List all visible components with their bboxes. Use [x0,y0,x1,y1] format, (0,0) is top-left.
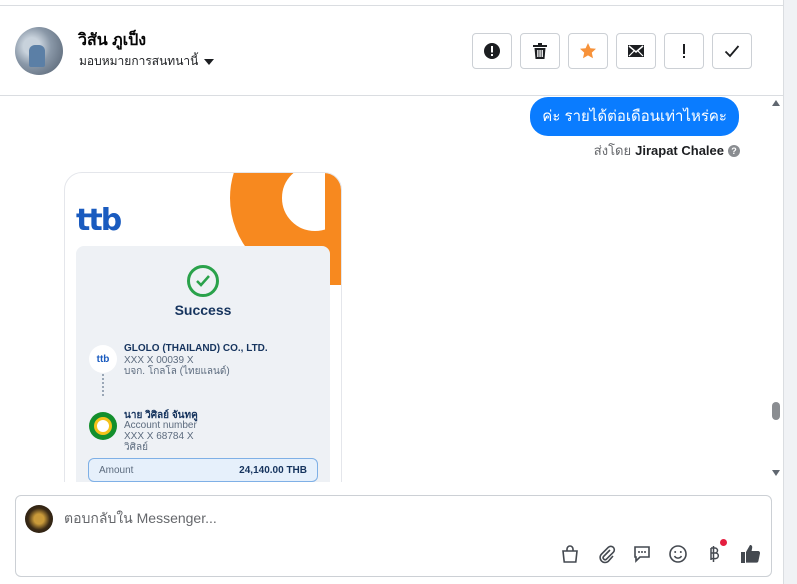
window-edge [783,0,797,584]
emoji-icon[interactable] [667,543,689,565]
exclamation-icon [683,44,685,58]
sent-by-prefix: ส่งโดย [593,143,632,158]
question-icon[interactable]: ? [728,144,740,157]
incoming-image-transfer-slip[interactable]: ttb Success ttb GLOLO (THAILAND) CO., LT… [64,172,342,482]
slip-status: Success [174,302,232,318]
trash-icon [533,43,547,59]
sent-by-line: ส่งโดย Jirapat Chalee ? [594,140,740,161]
slip-card: Success ttb GLOLO (THAILAND) CO., LTD. X… [76,246,330,482]
ttb-logo: ttb [76,203,123,238]
sender-name-th: บจก. โกลโล (ไทยแลนด์) [124,366,230,377]
mark-done-button[interactable] [712,33,752,69]
paperclip-icon[interactable] [595,543,617,565]
transfer-connector [102,374,104,396]
sender-agent-name: Jirapat Chalee [635,143,724,158]
contact-name[interactable]: วิสัน ภูเป็ง [78,28,146,53]
assign-conversation-dropdown[interactable]: มอบหมายการสนทนานี้ [79,52,215,71]
amount-label: Amount [99,464,134,476]
sender-name: GLOLO (THAILAND) CO., LTD. [124,343,268,354]
delete-button[interactable] [520,33,560,69]
receiver-short-name: วิศิลย์ [124,442,148,453]
kbank-icon [89,412,117,440]
star-button[interactable] [568,33,608,69]
ttb-logo-part2: b [100,203,123,238]
header-actions [472,33,752,69]
alert-circle-icon [484,43,500,59]
scroll-up-arrow-icon[interactable] [772,100,780,106]
caret-down-icon [204,59,215,65]
amount-row: Amount 24,140.00 THB [88,458,318,482]
outgoing-message-bubble[interactable]: ค่ะ รายได้ต่อเดือนเท่าไหร่คะ [530,97,739,136]
composer-toolbar [559,539,761,565]
reply-composer [15,495,772,577]
amount-value: 24,140.00 THB [239,464,307,476]
star-icon [580,43,596,59]
shopping-bag-icon[interactable] [559,543,581,565]
sender-account: XXX X 00039 X [124,355,194,366]
ttb-bank-icon: ttb [89,345,117,373]
receiver-account-label: Account number [124,420,197,431]
report-spam-button[interactable] [472,33,512,69]
notification-dot [720,539,727,546]
thumbs-up-icon[interactable] [739,543,761,565]
ttb-logo-part1: tt [76,203,103,238]
message-thread[interactable]: ค่ะ รายได้ต่อเดือนเท่าไหร่คะ ส่งโดย Jira… [0,97,768,482]
follow-up-button[interactable] [664,33,704,69]
envelope-icon [628,45,644,57]
scrollbar-thumb[interactable] [772,402,780,420]
checkmark-icon [724,45,740,58]
inbox-conversation-panel: วิสัน ภูเป็ง มอบหมายการสนทนานี้ ค่ะ รายไ… [0,0,783,584]
mark-unread-button[interactable] [616,33,656,69]
assign-label: มอบหมายการสนทนานี้ [79,54,199,68]
contact-avatar[interactable] [15,27,63,75]
success-check-icon [187,265,219,297]
reply-input[interactable] [64,510,664,526]
baht-icon[interactable] [703,539,727,565]
receiver-account: XXX X 68784 X [124,431,194,442]
page-avatar [25,505,53,533]
conversation-header: วิสัน ภูเป็ง มอบหมายการสนทนานี้ [0,6,783,96]
scroll-down-arrow-icon[interactable] [772,470,780,476]
saved-reply-icon[interactable] [631,543,653,565]
bank-badge-text: ttb [96,353,110,365]
